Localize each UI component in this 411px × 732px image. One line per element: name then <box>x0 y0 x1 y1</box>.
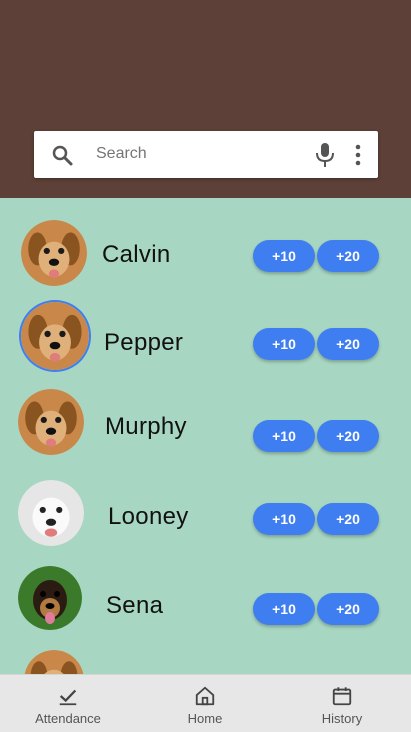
nav-history[interactable]: History <box>302 675 382 732</box>
mic-icon[interactable] <box>315 142 335 168</box>
avatar <box>18 389 84 455</box>
nav-attendance[interactable]: Attendance <box>20 675 116 732</box>
check-icon <box>59 689 77 706</box>
search-input[interactable] <box>96 140 296 168</box>
bottom-navigation: Attendance Home History <box>0 674 411 732</box>
more-vert-icon[interactable] <box>352 143 364 167</box>
avatar <box>18 566 82 630</box>
avatar <box>21 302 89 370</box>
dog-name: Looney <box>108 503 189 530</box>
avatar <box>21 220 87 286</box>
add-10-button[interactable]: +10 <box>253 503 315 535</box>
nav-label: History <box>321 711 363 726</box>
add-20-button[interactable]: +20 <box>317 503 379 535</box>
nav-home[interactable]: Home <box>165 675 245 732</box>
list-item[interactable]: Sena +10 +20 <box>0 566 411 646</box>
avatar <box>24 650 84 674</box>
add-10-button[interactable]: +10 <box>253 328 315 360</box>
list-item[interactable] <box>0 650 411 674</box>
list-item[interactable]: Pepper +10 +20 <box>0 301 411 381</box>
add-20-button[interactable]: +20 <box>317 593 379 625</box>
dog-name: Pepper <box>104 329 184 356</box>
add-10-button[interactable]: +10 <box>253 593 315 625</box>
add-10-button[interactable]: +10 <box>253 240 315 272</box>
add-20-button[interactable]: +20 <box>317 240 379 272</box>
add-10-button[interactable]: +10 <box>253 420 315 452</box>
dog-name: Calvin <box>102 241 171 268</box>
dog-list[interactable]: Calvin +10 +20 Pepper +10 +20 Murphy +10… <box>0 198 411 674</box>
search-icon[interactable] <box>50 143 74 167</box>
list-item[interactable]: Calvin +10 +20 <box>0 213 411 293</box>
nav-label: Attendance <box>35 711 101 726</box>
dog-name: Sena <box>106 592 164 619</box>
list-item[interactable]: Murphy +10 +20 <box>0 389 411 469</box>
list-item[interactable]: Looney +10 +20 <box>0 480 411 560</box>
home-icon <box>195 686 215 706</box>
add-20-button[interactable]: +20 <box>317 420 379 452</box>
search-bar[interactable] <box>34 131 378 178</box>
calendar-icon <box>332 687 352 706</box>
add-20-button[interactable]: +20 <box>317 328 379 360</box>
avatar <box>18 480 84 546</box>
dog-name: Murphy <box>105 413 187 440</box>
nav-label: Home <box>187 711 223 726</box>
